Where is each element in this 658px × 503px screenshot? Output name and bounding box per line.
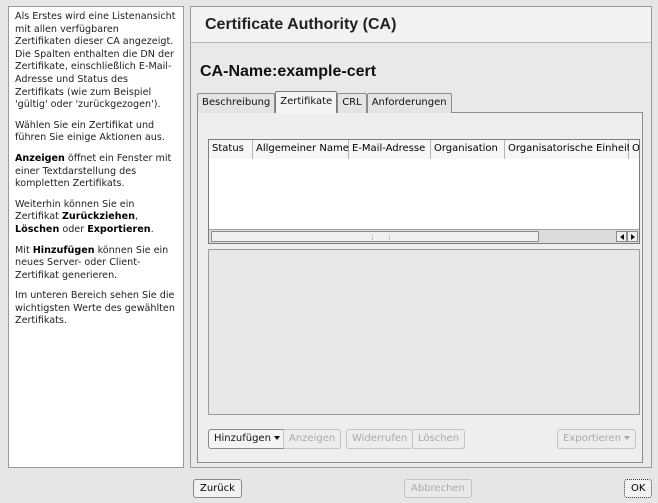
certificate-table[interactable]: Status Allgemeiner Name E-Mail-Adresse O…: [208, 139, 640, 244]
help-keyword: Hinzufügen: [32, 244, 95, 256]
ok-button[interactable]: OK: [624, 479, 653, 498]
back-button[interactable]: Zurück: [193, 479, 242, 498]
scrollbar-thumb[interactable]: [211, 231, 539, 242]
scroll-left-button[interactable]: [616, 231, 627, 242]
scrollbar-grip: [372, 235, 390, 240]
cancel-button[interactable]: Abbrechen: [404, 479, 472, 498]
delete-button[interactable]: Löschen: [412, 429, 466, 449]
help-keyword: Zurückziehen: [61, 211, 135, 223]
column-email[interactable]: E-Mail-Adresse: [349, 140, 431, 159]
help-paragraph: Mit Hinzufügen können Sie ein neues Serv…: [15, 244, 169, 281]
scroll-right-button[interactable]: [627, 231, 638, 242]
export-button[interactable]: Exportieren: [557, 429, 637, 449]
view-button[interactable]: Anzeigen: [283, 429, 342, 449]
revoke-button[interactable]: Widerrufen: [346, 429, 414, 449]
help-paragraph: Als Erstes wird eine Listenansicht mit a…: [15, 11, 176, 111]
tab-content: Status Allgemeiner Name E-Mail-Adresse O…: [197, 112, 643, 463]
help-panel: Als Erstes wird eine Listenansicht mit a…: [8, 6, 184, 468]
arrow-right-icon: [631, 234, 635, 240]
column-org-unit[interactable]: Organisatorische Einheit: [505, 140, 631, 159]
column-or-truncated[interactable]: Or: [629, 140, 639, 159]
column-status[interactable]: Status: [209, 140, 253, 159]
horizontal-scrollbar[interactable]: [209, 229, 639, 243]
help-paragraph: Anzeigen öffnet ein Fenster mit einer Te…: [15, 152, 172, 190]
help-paragraph: Weiterhin können Sie ein Zertifikat Zurü…: [15, 198, 154, 235]
tab-anforderungen[interactable]: Anforderungen: [366, 93, 452, 113]
chevron-down-icon: [273, 436, 280, 440]
arrow-left-icon: [620, 234, 624, 240]
tab-crl[interactable]: CRL: [337, 93, 367, 113]
chevron-down-icon: [624, 436, 631, 440]
table-header: Status Allgemeiner Name E-Mail-Adresse O…: [209, 140, 639, 159]
tab-zertifikate[interactable]: Zertifikate: [275, 91, 338, 113]
help-paragraph: Im unteren Bereich sehen Sie die wichtig…: [15, 290, 175, 327]
column-organisation[interactable]: Organisation: [431, 140, 505, 159]
help-keyword: Anzeigen: [15, 152, 65, 164]
page-header: Certificate Authority (CA): [191, 7, 651, 43]
add-button[interactable]: Hinzufügen: [208, 429, 286, 449]
page-title: Certificate Authority (CA): [205, 16, 397, 33]
main-panel: Certificate Authority (CA) CA-Name:examp…: [190, 6, 652, 468]
tab-beschreibung[interactable]: Beschreibung: [197, 93, 276, 113]
help-keyword: Exportieren: [87, 223, 151, 235]
ca-name-label: CA-Name:example-cert: [200, 63, 377, 80]
help-paragraph: Wählen Sie ein Zertifikat und führen Sie…: [15, 119, 165, 144]
help-keyword: Löschen: [15, 223, 60, 235]
certificate-details: [208, 249, 640, 415]
column-common-name[interactable]: Allgemeiner Name: [253, 140, 349, 159]
tab-bar: Beschreibung Zertifikate CRL Anforderung…: [197, 91, 452, 113]
